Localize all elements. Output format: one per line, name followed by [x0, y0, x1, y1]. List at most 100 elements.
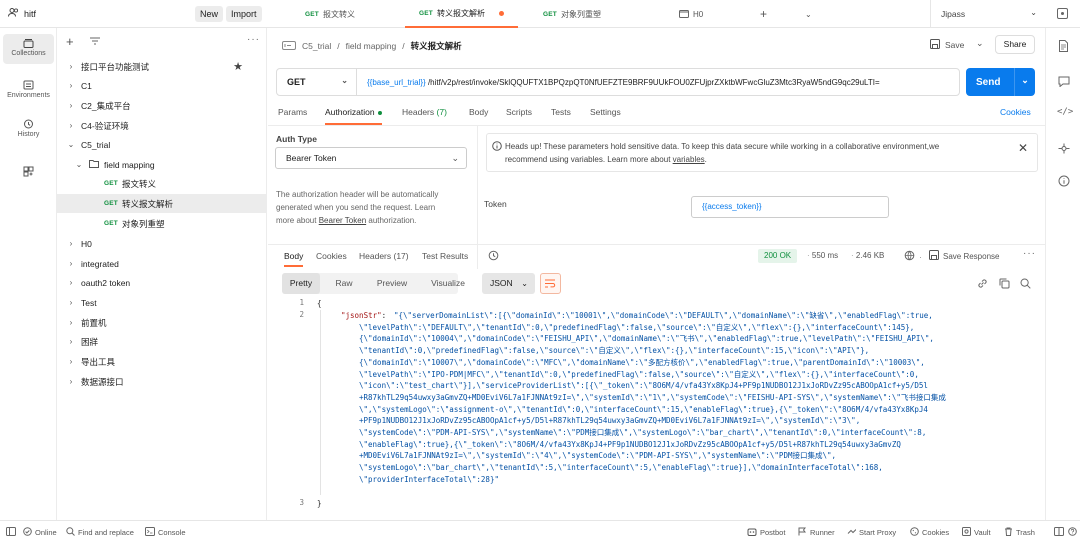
tab-tests[interactable]: Tests — [551, 107, 571, 117]
close-icon[interactable]: ✕ — [1018, 141, 1028, 155]
cookies-button[interactable]: Cookies — [910, 527, 949, 538]
environment-quick-look-icon[interactable] — [1057, 8, 1068, 21]
breadcrumb-folder[interactable]: field mapping — [346, 41, 397, 51]
more-options-icon[interactable]: ··· — [247, 34, 260, 45]
info-icon[interactable] — [1058, 175, 1070, 189]
request-item[interactable]: GET 报文转义 — [57, 174, 267, 193]
rail-collections[interactable]: Collections — [3, 34, 54, 64]
tab-label: H0 — [693, 9, 704, 19]
resp-tab-cookies[interactable]: Cookies — [316, 251, 347, 261]
configure-workspace-icon[interactable] — [3, 166, 54, 182]
collection-item[interactable]: › integrated — [57, 254, 267, 273]
save-response-button[interactable]: Save Response — [929, 250, 999, 262]
method-select[interactable]: GET ⌄ — [277, 69, 357, 95]
view-visualize[interactable]: Visualize — [420, 273, 476, 294]
auth-type-select[interactable]: Bearer Token ⌄ — [275, 147, 467, 169]
collection-item[interactable]: › 接口平台功能测试 ★ — [57, 57, 267, 76]
collection-item[interactable]: › 数据源接口 — [57, 372, 267, 391]
search-icon[interactable] — [1020, 278, 1031, 291]
cookies-link[interactable]: Cookies — [1000, 107, 1031, 117]
help-icon[interactable] — [1068, 527, 1077, 536]
share-button[interactable]: Share — [995, 35, 1035, 54]
tab-request-1[interactable]: GET 报文转义 — [305, 0, 355, 28]
postbot-button[interactable]: Postbot — [747, 527, 785, 538]
trash-button[interactable]: Trash — [1004, 527, 1035, 538]
folder-item[interactable]: ⌄ field mapping — [57, 155, 267, 174]
collection-item[interactable]: ⌄ C5_trial — [57, 135, 267, 154]
copy-icon[interactable] — [999, 278, 1010, 291]
history-icon[interactable] — [488, 250, 499, 263]
collection-item[interactable]: › H0 — [57, 234, 267, 253]
rail-history[interactable]: History — [3, 115, 54, 145]
resp-tab-test-results[interactable]: Test Results — [422, 251, 468, 261]
vault-button[interactable]: Vault — [962, 527, 991, 538]
view-preview[interactable]: Preview — [368, 273, 416, 294]
tab-request-3[interactable]: GET 对象列重塑 — [543, 0, 601, 28]
resp-tab-body[interactable]: Body — [284, 251, 304, 267]
view-raw[interactable]: Raw — [328, 273, 360, 294]
chevron-down-icon[interactable]: ⌄ — [805, 10, 812, 19]
token-input[interactable]: {{access_token}} — [691, 196, 889, 218]
more-options-icon[interactable]: ··· — [1023, 248, 1036, 259]
network-icon[interactable] — [904, 250, 915, 263]
item-label: C5_trial — [81, 139, 111, 150]
response-size[interactable]: · 2.46 KB — [851, 251, 884, 260]
tab-headers[interactable]: Headers (7) — [402, 107, 447, 117]
collection-item[interactable]: › Test — [57, 293, 267, 312]
request-item[interactable]: GET 对象列重塑 — [57, 214, 267, 233]
layout-icon[interactable] — [1054, 527, 1064, 536]
collection-item[interactable]: › C4-验证环境 — [57, 116, 267, 135]
wrap-lines-icon[interactable] — [540, 273, 561, 294]
format-select[interactable]: JSON ⌄ — [482, 273, 535, 294]
star-icon[interactable]: ★ — [233, 60, 243, 73]
collection-item[interactable]: › 导出工具 — [57, 352, 267, 371]
vault-label: Vault — [974, 528, 991, 537]
tab-body[interactable]: Body — [469, 107, 488, 117]
response-body-editor[interactable]: 1 2 3 { "jsonStr": "{\"serverDomainList\… — [268, 298, 1045, 520]
add-collection-icon[interactable]: + — [66, 34, 74, 49]
request-item[interactable]: GET 转义报文解析 — [57, 194, 267, 213]
tab-request-2[interactable]: GET 转义报文解析 — [405, 0, 518, 28]
send-button[interactable]: Send ⌄ — [966, 68, 1035, 96]
save-button[interactable]: Save — [930, 39, 964, 51]
runner-button[interactable]: Runner — [798, 527, 835, 538]
chevron-down-icon[interactable]: ⌄ — [976, 38, 984, 49]
collection-item[interactable]: › 前置机 — [57, 313, 267, 332]
collection-item[interactable]: › oauth2 token — [57, 273, 267, 292]
tab-settings[interactable]: Settings — [590, 107, 621, 117]
new-button[interactable]: New — [195, 6, 224, 22]
link-icon[interactable] — [977, 278, 988, 291]
collection-item[interactable]: › C1 — [57, 76, 267, 95]
collection-item[interactable]: › C2_集成平台 — [57, 96, 267, 115]
tab-params[interactable]: Params — [278, 107, 307, 117]
status-badge[interactable]: 200 OK — [758, 249, 798, 263]
console-button[interactable]: Console — [145, 527, 186, 538]
url-input[interactable]: {{base_url_trial}} /hitf/v2p/rest/invoke… — [357, 78, 880, 87]
environment-select[interactable]: Jipass ⌄ — [930, 0, 1045, 28]
view-pretty[interactable]: Pretty — [282, 273, 320, 294]
import-button[interactable]: Import — [226, 6, 262, 22]
breadcrumb-collection[interactable]: C5_trial — [302, 41, 331, 51]
sidebar-toggle-icon[interactable] — [6, 527, 16, 536]
bearer-token-link[interactable]: Bearer Token — [319, 216, 366, 225]
tab-scripts[interactable]: Scripts — [506, 107, 532, 117]
start-proxy-button[interactable]: Start Proxy — [847, 527, 896, 538]
comments-icon[interactable] — [1058, 76, 1070, 89]
filter-icon[interactable] — [90, 37, 100, 47]
resp-tab-headers[interactable]: Headers (17) — [359, 251, 409, 261]
documentation-icon[interactable] — [1058, 40, 1069, 54]
tab-authorization[interactable]: Authorization — [325, 107, 382, 125]
workspace-switcher[interactable]: hitf — [8, 8, 36, 19]
rail-environments[interactable]: Environments — [3, 76, 54, 106]
chevron-down-icon[interactable]: ⌄ — [1014, 68, 1035, 96]
variables-link[interactable]: variables — [673, 155, 705, 164]
find-replace-button[interactable]: Find and replace — [66, 527, 134, 538]
add-tab-icon[interactable]: + — [760, 7, 767, 21]
tab-label: 报文转义 — [322, 9, 355, 19]
online-status[interactable]: Online — [23, 527, 57, 538]
tab-request-4[interactable]: H0 — [679, 0, 703, 28]
code-snippet-icon[interactable]: </> — [1057, 107, 1073, 117]
response-time[interactable]: · 550 ms — [807, 251, 838, 260]
related-icon[interactable] — [1058, 143, 1070, 156]
collection-item[interactable]: › 困牂 — [57, 332, 267, 351]
